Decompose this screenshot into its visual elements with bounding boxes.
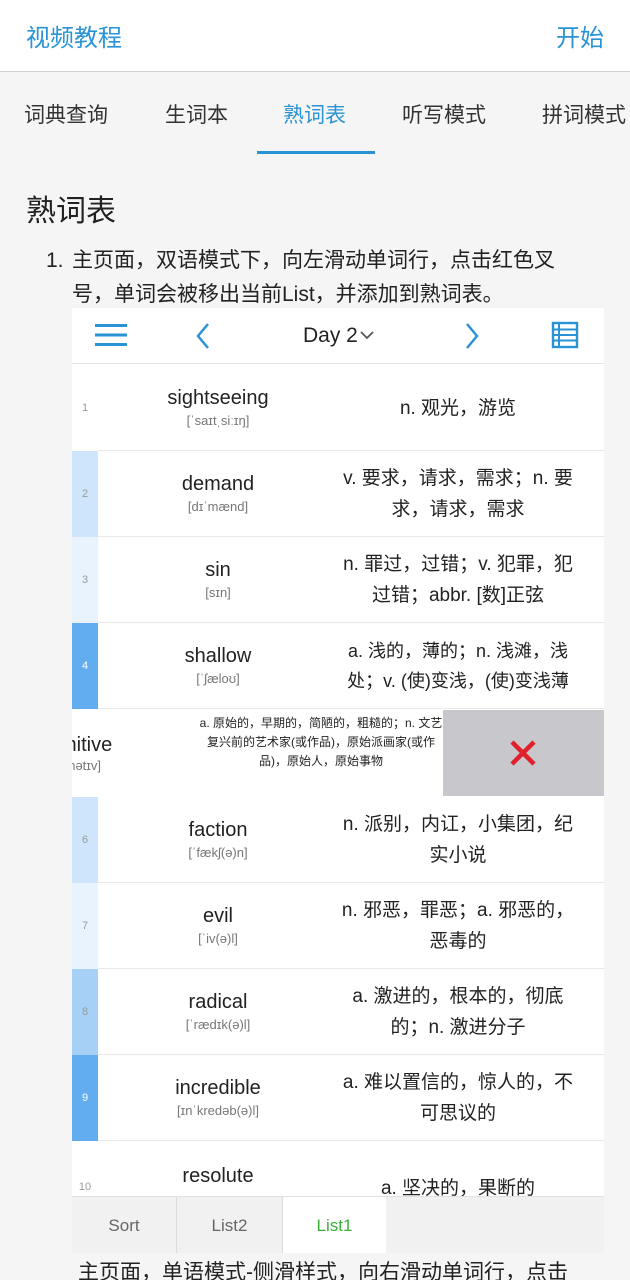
word-row[interactable]: 4 shallow [ˈʃæloʊ] a. 浅的，薄的；n. 浅滩，浅处；v. …: [72, 623, 604, 709]
word-text: evil: [202, 905, 233, 927]
tab-spelling[interactable]: 拼词模式: [542, 99, 626, 129]
tab-dictation[interactable]: 听写模式: [402, 99, 486, 129]
chevron-right-icon[interactable]: [464, 322, 480, 350]
word-row[interactable]: 9 incredible [ɪnˈkredəb(ə)l] a. 难以置信的，惊人…: [72, 1055, 604, 1141]
list1-tab[interactable]: List1: [283, 1197, 386, 1253]
sort-tab[interactable]: Sort: [72, 1197, 177, 1253]
word-row[interactable]: 6 faction [ˈfækʃ(ə)n] n. 派别，内讧，小集团，纪实小说: [72, 797, 604, 883]
day-title[interactable]: Day 2: [303, 324, 358, 348]
word-index: 7: [81, 920, 89, 932]
word-text: faction: [188, 819, 248, 841]
word-index: 2: [81, 488, 89, 500]
word-index: 6: [81, 834, 89, 846]
word-definition: n. 观光，游览: [399, 398, 517, 419]
word-text: demand: [181, 473, 255, 495]
word-row[interactable]: 8 radical [ˈrædɪk(ə)l] a. 激进的，根本的，彻底的；n.…: [72, 969, 604, 1055]
swiped-word-row[interactable]: mitive ɪmətɪv] a. 原始的，早期的，简陋的，粗糙的；n. 文艺复…: [72, 710, 604, 796]
word-definition: a. 难以置信的，惊人的，不可思议的: [342, 1072, 574, 1124]
word-row[interactable]: 7 evil [ˈiv(ə)l] n. 邪恶，罪恶；a. 邪恶的，恶毒的: [72, 883, 604, 969]
chevron-down-icon[interactable]: [359, 330, 375, 340]
video-tutorial-link[interactable]: 视频教程: [26, 18, 122, 53]
tab-bar: 词典查询 生词本 熟词表 听写模式 拼词模式: [0, 73, 630, 155]
word-index: 3: [81, 574, 89, 586]
word-text: incredible: [175, 1077, 261, 1099]
word-text: sin: [205, 559, 231, 581]
word-list-toolbar: Day 2: [72, 308, 604, 364]
word-row[interactable]: 3 sin [sɪn] n. 罪过，过错；v. 犯罪，犯过错；abbr. [数]…: [72, 537, 604, 623]
word-definition: a. 激进的，根本的，彻底的；n. 激进分子: [352, 986, 564, 1038]
tab-dictionary[interactable]: 词典查询: [24, 99, 108, 129]
tab-new-words[interactable]: 生词本: [165, 99, 228, 129]
word-definition: n. 邪恶，罪恶；a. 邪恶的，恶毒的: [341, 900, 575, 952]
word-index: 1: [81, 402, 89, 414]
close-icon[interactable]: [509, 739, 537, 767]
word-text: radical: [188, 991, 248, 1013]
word-phonetic: [dɪˈmænd]: [187, 499, 249, 514]
word-definition: v. 要求，请求，需求；n. 要求，请求，需求: [343, 468, 573, 520]
word-phonetic: [ˈʃæloʊ]: [196, 671, 240, 686]
list2-tab[interactable]: List2: [177, 1197, 283, 1253]
chevron-left-icon[interactable]: [195, 322, 211, 350]
top-bar: 视频教程 开始: [0, 0, 630, 72]
word-text: shallow: [184, 645, 252, 667]
word-phonetic: [ˈsaɪtˌsiːɪŋ]: [186, 413, 250, 428]
word-row[interactable]: 2 demand [dɪˈmænd] v. 要求，请求，需求；n. 要求，请求，…: [72, 451, 604, 537]
word-text-partial: mitive: [72, 734, 113, 756]
instruction-item: 1. 主页面，双语模式下，向左滑动单词行，点击红色叉号，单词会被移出当前List…: [46, 244, 591, 312]
list-tab-bar: Sort List2 List1: [72, 1196, 604, 1253]
list-icon[interactable]: [551, 321, 579, 349]
word-phonetic: [ɪnˈkredəb(ə)l]: [177, 1103, 259, 1118]
word-phonetic: [ˈfækʃ(ə)n]: [188, 845, 248, 860]
word-index: 10: [78, 1181, 92, 1193]
word-definition: a. 浅的，薄的；n. 浅滩，浅处；v. (使)变浅，(使)变浅薄: [347, 641, 569, 691]
word-row[interactable]: 1 sightseeing [ˈsaɪtˌsiːɪŋ] n. 观光，游览: [72, 365, 604, 451]
word-definition: n. 派别，内讧，小集团，纪实小说: [342, 814, 574, 866]
word-phonetic: [sɪn]: [205, 585, 231, 600]
word-definition: n. 罪过，过错；v. 犯罪，犯过错；abbr. [数]正弦: [343, 554, 573, 606]
app-screenshot: Day 2 1 sightseeing [ˈsaɪtˌsiːɪŋ] n. 观光，…: [72, 308, 604, 1253]
mark-known-button[interactable]: [443, 710, 604, 796]
tutorial-page: 视频教程 开始 词典查询 生词本 熟词表 听写模式 拼词模式 熟词表 1. 主页…: [0, 0, 630, 1280]
tab-known-words[interactable]: 熟词表: [283, 99, 346, 129]
active-tab-indicator: [257, 151, 375, 154]
word-index: 9: [81, 1092, 89, 1104]
word-text: resolute: [182, 1165, 254, 1187]
menu-icon[interactable]: [94, 321, 128, 349]
word-index: 8: [81, 1006, 89, 1018]
word-definition: a. 原始的，早期的，简陋的，粗糙的；n. 文艺复兴前的艺术家(或作品)，原始派…: [199, 716, 443, 768]
word-phonetic: [ˈiv(ə)l]: [198, 931, 238, 946]
start-button[interactable]: 开始: [556, 18, 604, 53]
instruction-text: 主页面，双语模式下，向左滑动单词行，点击红色叉号，单词会被移出当前List，并添…: [72, 249, 555, 306]
word-phonetic: [ˈrædɪk(ə)l]: [185, 1017, 251, 1032]
instruction-number: 1.: [46, 249, 64, 272]
section-title: 熟词表: [26, 195, 116, 228]
next-instruction-text: 主页面，单语模式-侧滑样式，向右滑动单词行，点击: [78, 1261, 568, 1280]
word-text: sightseeing: [167, 387, 269, 409]
word-index: 4: [81, 660, 89, 672]
word-phonetic-partial: ɪmətɪv]: [72, 758, 102, 773]
